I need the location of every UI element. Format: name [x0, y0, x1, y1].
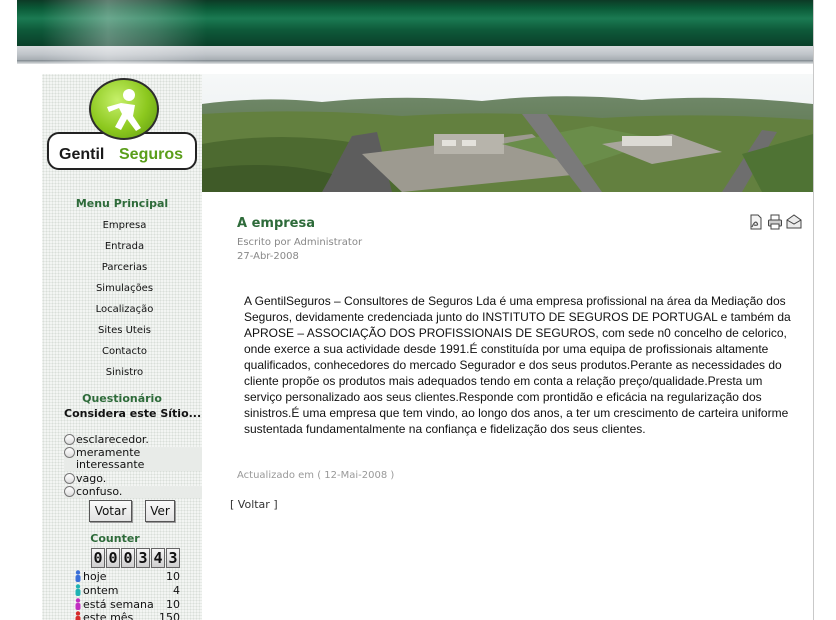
vote-button[interactable]: Votar — [89, 500, 132, 522]
article-author: Escrito por Administrator — [237, 237, 363, 248]
menu-item-sites-uteis[interactable]: Sites Uteis — [42, 325, 207, 336]
radio-button[interactable] — [64, 486, 75, 497]
menu-item-empresa[interactable]: Empresa — [42, 220, 207, 231]
menu-item-simulacoes[interactable]: Simulações — [42, 283, 207, 294]
person-icon — [75, 584, 81, 596]
stat-value: 150 — [159, 611, 180, 620]
logo-figure-icon — [89, 78, 159, 140]
poll-option-label: vago. — [76, 472, 107, 485]
poll-question: Considera este Sítio... — [64, 407, 202, 420]
header-highlight — [42, 0, 207, 74]
page-margin-right — [813, 0, 836, 620]
article-title[interactable]: A empresa — [237, 216, 315, 231]
main-menu-title: Menu Principal — [75, 197, 169, 210]
person-icon — [75, 598, 81, 610]
print-icon[interactable] — [767, 214, 783, 230]
article-tools — [748, 214, 802, 230]
radio-button[interactable] — [64, 434, 75, 445]
poll-option[interactable]: esclarecedor. — [64, 434, 202, 446]
stat-value: 4 — [173, 584, 180, 597]
counter-digit: 4 — [151, 548, 165, 568]
email-icon[interactable] — [786, 214, 802, 230]
radio-button[interactable] — [64, 447, 75, 458]
counter-digit: 0 — [106, 548, 120, 568]
poll-option[interactable]: confuso. — [64, 486, 202, 498]
stat-value: 10 — [166, 598, 180, 611]
stat-label: ontem — [83, 584, 119, 597]
counter-digit: 3 — [136, 548, 150, 568]
counter-digit: 0 — [121, 548, 135, 568]
poll-option-label: esclarecedor. — [76, 433, 149, 446]
stat-row-yesterday: ontem 4 — [74, 584, 182, 598]
poll-option-label: confuso. — [76, 485, 123, 498]
counter-digit: 0 — [91, 548, 105, 568]
stat-row-today: hoje 10 — [74, 570, 182, 584]
menu-item-localizacao[interactable]: Localização — [42, 304, 207, 315]
pdf-icon[interactable] — [748, 214, 764, 230]
view-results-button[interactable]: Ver — [145, 500, 175, 522]
logo-word-gentil: Gentil — [59, 146, 105, 163]
visit-counter: 0 0 0 3 4 3 — [91, 548, 181, 568]
stat-label: está semana — [83, 598, 154, 611]
stat-label: hoje — [83, 570, 107, 583]
counter-digit: 3 — [166, 548, 180, 568]
stat-row-this-month: este mês 150 — [74, 611, 182, 620]
menu-item-entrada[interactable]: Entrada — [42, 241, 207, 252]
logo-word-seguros: Seguros — [119, 146, 184, 163]
poll-option[interactable]: vago. — [64, 473, 202, 485]
poll-option[interactable]: meramente interessante — [64, 447, 202, 471]
header-banner-image — [202, 74, 813, 192]
person-icon — [75, 611, 81, 620]
site-logo[interactable]: Gentil Seguros — [47, 74, 197, 170]
menu-item-sinistro[interactable]: Sinistro — [42, 367, 207, 378]
back-link[interactable]: [ Voltar ] — [230, 498, 278, 511]
stat-label: este mês — [83, 611, 134, 620]
poll-title: Questionário — [82, 392, 162, 405]
menu-item-parcerias[interactable]: Parcerias — [42, 262, 207, 273]
menu-item-contacto[interactable]: Contacto — [42, 346, 207, 357]
article-modified-date: Actualizado em ( 12-Mai-2008 ) — [237, 470, 395, 481]
counter-title: Counter — [90, 532, 140, 545]
stat-value: 10 — [166, 570, 180, 583]
stat-row-this-week: está semana 10 — [74, 598, 182, 612]
page-margin-left — [0, 0, 17, 620]
article-date: 27-Abr-2008 — [237, 251, 299, 262]
person-icon — [75, 570, 81, 582]
poll-option-label: meramente interessante — [76, 446, 145, 471]
radio-button[interactable] — [64, 473, 75, 484]
article-body: A GentilSeguros – Consultores de Seguros… — [244, 294, 791, 436]
